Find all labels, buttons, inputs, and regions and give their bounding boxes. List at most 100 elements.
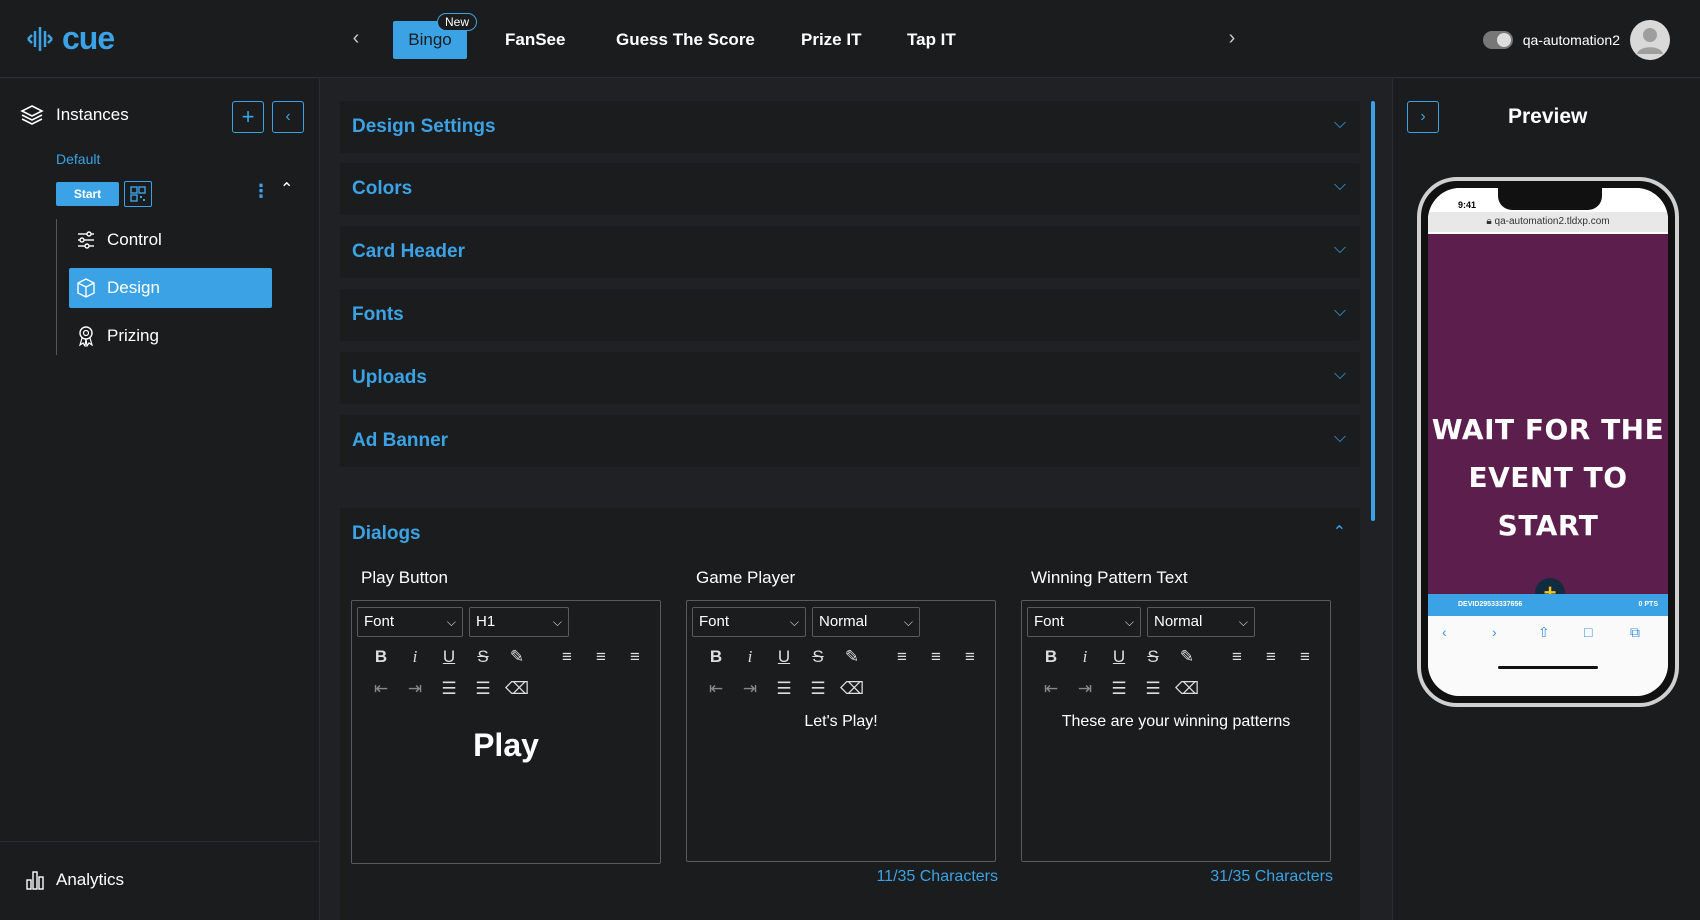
forward-icon: › [1492, 624, 1497, 640]
strikethrough-icon[interactable]: S [801, 647, 835, 667]
instance-name[interactable]: Default [56, 151, 100, 167]
chevron-up-icon[interactable]: ⌃ [280, 179, 293, 199]
tab-guess-the-score[interactable]: Guess The Score [616, 21, 755, 59]
user-icon [1637, 28, 1663, 54]
start-button[interactable]: Start [56, 182, 119, 206]
italic-icon[interactable]: i [1068, 647, 1102, 667]
chevron-down-icon: ⌵ [1333, 303, 1346, 320]
italic-icon[interactable]: i [398, 647, 432, 667]
align-center-icon[interactable]: ≡ [919, 647, 953, 667]
align-right-icon[interactable]: ≡ [1288, 647, 1322, 667]
chevron-left-icon[interactable]: ‹ [344, 26, 368, 50]
instances-header: Instances [20, 103, 129, 127]
highlighter-icon[interactable]: ✎ [1170, 647, 1204, 667]
avatar[interactable] [1630, 20, 1670, 60]
font-select-value: Font [364, 613, 395, 630]
chevron-up-icon[interactable]: ⌃ [1333, 522, 1346, 542]
editor-content[interactable]: Let's Play! [687, 713, 995, 731]
indent-icon[interactable]: ⇥ [1068, 679, 1102, 699]
browser-url: qa-automation2.tldxp.com [1494, 216, 1610, 227]
chevron-down-icon: ⌵ [1333, 429, 1346, 446]
tab-prize-it[interactable]: Prize IT [801, 21, 861, 59]
sidebar-item-label: Control [107, 230, 162, 249]
font-select-value: Font [699, 613, 730, 630]
font-select[interactable]: Font ⌵ [1027, 607, 1141, 637]
align-right-icon[interactable]: ≡ [618, 647, 652, 667]
more-options-icon[interactable]: ⋮ [252, 181, 270, 202]
highlighter-icon[interactable]: ✎ [835, 647, 869, 667]
align-center-icon[interactable]: ≡ [1254, 647, 1288, 667]
scrollbar-thumb[interactable] [1371, 101, 1375, 521]
align-left-icon[interactable]: ≡ [1220, 647, 1254, 667]
section-fonts[interactable]: Fonts ⌵ [340, 289, 1360, 341]
font-select[interactable]: Font ⌵ [692, 607, 806, 637]
italic-icon[interactable]: i [733, 647, 767, 667]
sidebar-item-control[interactable]: Control [69, 220, 272, 260]
align-left-icon[interactable]: ≡ [550, 647, 584, 667]
bold-icon[interactable]: B [699, 647, 733, 667]
tab-bingo[interactable]: Bingo New [393, 13, 477, 59]
style-select[interactable]: Normal ⌵ [812, 607, 920, 637]
add-instance-button[interactable]: + [232, 101, 264, 133]
underline-icon[interactable]: U [1102, 647, 1136, 667]
section-ad-banner[interactable]: Ad Banner ⌵ [340, 415, 1360, 467]
indent-icon[interactable]: ⇥ [398, 679, 432, 699]
event-area: WAIT FOR THE EVENT TO START + [1428, 234, 1668, 608]
section-title: Design Settings [352, 116, 496, 137]
bullet-list-icon[interactable]: ☰ [466, 679, 500, 699]
outdent-icon[interactable]: ⇤ [1034, 679, 1068, 699]
strikethrough-icon[interactable]: S [1136, 647, 1170, 667]
sidebar: Instances + ‹ Default Start ⋮ ⌃ Control [0, 79, 320, 920]
editor-content[interactable]: Play [352, 727, 660, 764]
wait-message: WAIT FOR THE EVENT TO START [1428, 406, 1668, 550]
section-colors[interactable]: Colors ⌵ [340, 163, 1360, 215]
tab-fansee[interactable]: FanSee [505, 21, 565, 59]
chevron-down-icon: ⌵ [1333, 115, 1346, 132]
highlighter-icon[interactable]: ✎ [500, 647, 534, 667]
analytics-label: Analytics [56, 870, 125, 889]
analytics-link[interactable]: Analytics [24, 869, 124, 891]
plus-icon: + [241, 104, 255, 129]
collapse-sidebar-button[interactable]: ‹ [272, 101, 304, 133]
editor-content[interactable]: These are your winning patterns [1022, 713, 1330, 731]
chevron-right-icon[interactable]: › [1220, 26, 1244, 50]
ordered-list-icon[interactable]: ☰ [767, 679, 801, 699]
qr-code-button[interactable] [124, 181, 152, 207]
style-select[interactable]: H1 ⌵ [469, 607, 569, 637]
eraser-icon[interactable]: ⌫ [835, 679, 869, 699]
outdent-icon[interactable]: ⇤ [364, 679, 398, 699]
style-select[interactable]: Normal ⌵ [1147, 607, 1255, 637]
outdent-icon[interactable]: ⇤ [699, 679, 733, 699]
underline-icon[interactable]: U [767, 647, 801, 667]
bullet-list-icon[interactable]: ☰ [801, 679, 835, 699]
align-right-icon[interactable]: ≡ [953, 647, 987, 667]
expand-preview-button[interactable]: › [1407, 101, 1439, 133]
bullet-list-icon[interactable]: ☰ [1136, 679, 1170, 699]
sidebar-item-design[interactable]: Design [69, 268, 272, 308]
strikethrough-icon[interactable]: S [466, 647, 500, 667]
section-uploads[interactable]: Uploads ⌵ [340, 352, 1360, 404]
eraser-icon[interactable]: ⌫ [1170, 679, 1204, 699]
align-left-icon[interactable]: ≡ [885, 647, 919, 667]
bold-icon[interactable]: B [1034, 647, 1068, 667]
scrollbar[interactable] [1371, 101, 1375, 901]
ordered-list-icon[interactable]: ☰ [432, 679, 466, 699]
section-card-header[interactable]: Card Header ⌵ [340, 226, 1360, 278]
underline-icon[interactable]: U [432, 647, 466, 667]
tab-tap-it[interactable]: Tap IT [907, 21, 956, 59]
chevron-down-icon: ⌵ [1124, 615, 1134, 629]
app-logo[interactable]: cue [24, 20, 115, 57]
section-design-settings[interactable]: Design Settings ⌵ [340, 101, 1360, 153]
bold-icon[interactable]: B [364, 647, 398, 667]
section-title[interactable]: Dialogs [352, 523, 421, 545]
eraser-icon[interactable]: ⌫ [500, 679, 534, 699]
align-center-icon[interactable]: ≡ [584, 647, 618, 667]
award-icon [78, 326, 94, 347]
indent-icon[interactable]: ⇥ [733, 679, 767, 699]
sidebar-item-prizing[interactable]: Prizing [69, 316, 272, 356]
ordered-list-icon[interactable]: ☰ [1102, 679, 1136, 699]
theme-toggle[interactable] [1482, 31, 1513, 49]
font-select[interactable]: Font ⌵ [357, 607, 463, 637]
cube-icon [77, 278, 95, 298]
character-counter: 31/35 Characters [1210, 868, 1333, 885]
